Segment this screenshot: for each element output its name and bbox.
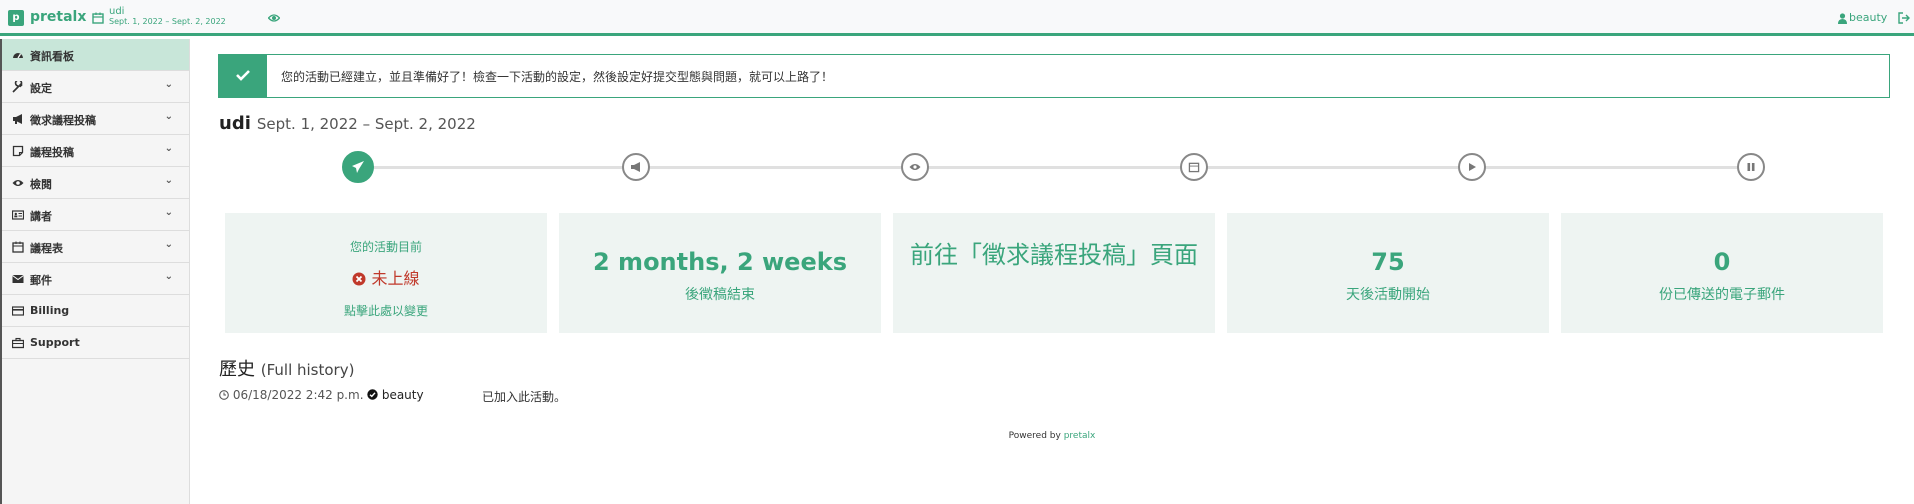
pretalx-logo[interactable]: p — [8, 10, 24, 26]
footer: Powered by pretalx — [0, 431, 1914, 441]
calendar-icon — [1188, 162, 1200, 173]
success-alert: 您的活動已經建立，並且準備好了！檢查一下活動的設定，然後設定好提交型態與問題，就… — [218, 54, 1890, 98]
event-status-card[interactable]: 您的活動目前 未上線 點擊此處以變更 — [225, 213, 547, 333]
cfp-remaining: 2 months, 2 weeks — [593, 248, 847, 276]
brand-name[interactable]: pretalx — [30, 9, 86, 25]
sidebar-item-billing[interactable]: Billing — [2, 295, 189, 327]
briefcase-icon — [12, 337, 24, 349]
status-value: 未上線 — [371, 269, 420, 288]
check-icon — [236, 70, 250, 81]
cfp-page-link[interactable]: 前往「徵求議程投稿」頁面 — [905, 239, 1203, 271]
chevron-down-icon[interactable]: ⌄ — [165, 111, 173, 122]
paper-plane-icon — [352, 161, 364, 173]
bullhorn-icon — [13, 114, 22, 124]
sidebar-item-label: Billing — [30, 304, 70, 317]
history-user-name: beauty — [381, 388, 424, 402]
eye-icon[interactable] — [268, 13, 280, 23]
page-title: udi Sept. 1, 2022 – Sept. 2, 2022 — [219, 113, 476, 134]
history-title: 歷史 — [219, 359, 255, 380]
timeline-step-cfp[interactable] — [622, 153, 650, 181]
credit-card-icon — [12, 306, 24, 316]
history-timestamp: 06/18/2022 2:42 p.m. — [219, 388, 364, 402]
bullhorn-icon — [631, 162, 640, 172]
sidebar-item-label: 議程投稿 — [30, 146, 74, 159]
timeline-step-event-end[interactable] — [1737, 153, 1765, 181]
cfp-page-card[interactable]: 前往「徵求議程投稿」頁面 — [893, 213, 1215, 333]
mails-sent-card[interactable]: 0 份已傳送的電子郵件 — [1561, 213, 1883, 333]
cfp-deadline-card: 2 months, 2 weeks 後徵稿結束 — [559, 213, 881, 333]
sidebar-item-label: 議程表 — [30, 242, 63, 255]
calendar-icon — [12, 241, 24, 253]
sidebar-item-dashboard[interactable]: 資訊看板 — [2, 39, 189, 71]
eye-icon — [12, 180, 24, 186]
sidebar-item-review[interactable]: 檢閱 ⌄ — [2, 167, 189, 199]
alert-icon-box — [219, 55, 267, 97]
envelope-icon — [12, 275, 24, 283]
status-value-row: 未上線 — [225, 265, 547, 289]
logout-icon[interactable] — [1898, 12, 1910, 24]
sidebar-item-cfp[interactable]: 徵求議程投稿 ⌄ — [2, 103, 189, 135]
timeline-step-review[interactable] — [901, 153, 929, 181]
top-bar: p pretalx udi Sept. 1, 2022 – Sept. 2, 2… — [0, 0, 1914, 36]
cfp-remaining-label: 後徵稿結束 — [685, 287, 755, 303]
sidebar-item-mails[interactable]: 郵件 ⌄ — [2, 263, 189, 295]
sidebar-item-label: 郵件 — [30, 274, 52, 287]
days-until-card: 75 天後活動開始 — [1227, 213, 1549, 333]
id-card-icon — [12, 210, 24, 220]
event-switch-name[interactable]: udi — [109, 6, 124, 17]
dashboard-icon — [13, 53, 23, 59]
sidebar-item-speakers[interactable]: 講者 ⌄ — [2, 199, 189, 231]
status-change-link[interactable]: 點擊此處以變更 — [225, 302, 547, 319]
sidebar-item-label: 資訊看板 — [30, 50, 74, 63]
timeline-step-event-start[interactable] — [1458, 153, 1486, 181]
play-icon — [1469, 163, 1476, 171]
days-until-label: 天後活動開始 — [1346, 287, 1430, 303]
chevron-down-icon[interactable]: ⌄ — [165, 207, 173, 218]
sticky-note-icon — [12, 145, 24, 157]
sidebar-item-label: 講者 — [30, 210, 52, 223]
chevron-down-icon[interactable]: ⌄ — [165, 175, 173, 186]
alert-message: 您的活動已經建立，並且準備好了！檢查一下活動的設定，然後設定好提交型態與問題，就… — [281, 70, 834, 84]
chevron-down-icon[interactable]: ⌄ — [165, 79, 173, 90]
history-heading: 歷史 (Full history) — [219, 355, 354, 381]
wrench-icon — [12, 81, 23, 93]
timeline-step-schedule[interactable] — [1180, 153, 1208, 181]
days-until-value: 75 — [1371, 248, 1405, 276]
sidebar-item-label: Support — [30, 336, 80, 349]
eye-icon — [909, 164, 921, 170]
chevron-down-icon[interactable]: ⌄ — [165, 271, 173, 282]
powered-by-text: Powered by — [1008, 431, 1061, 441]
mails-sent-label: 份已傳送的電子郵件 — [1659, 287, 1785, 303]
chevron-down-icon[interactable]: ⌄ — [165, 143, 173, 154]
history-action: 已加入此活動。 — [482, 390, 567, 404]
timeline-track — [358, 166, 1751, 169]
sidebar-item-submissions[interactable]: 議程投稿 ⌄ — [2, 135, 189, 167]
sidebar-item-settings[interactable]: 設定 ⌄ — [2, 71, 189, 103]
full-history-link[interactable]: (Full history) — [261, 361, 355, 379]
chevron-down-icon[interactable]: ⌄ — [165, 239, 173, 250]
sidebar-item-label: 徵求議程投稿 — [30, 114, 96, 127]
event-title: udi — [219, 113, 251, 134]
pause-icon — [1747, 163, 1755, 171]
timeline-step-setup[interactable] — [342, 151, 374, 183]
event-switch-dates[interactable]: Sept. 1, 2022 – Sept. 2, 2022 — [109, 17, 226, 26]
sidebar-item-support[interactable]: Support — [2, 327, 189, 359]
sidebar-item-label: 檢閱 — [30, 178, 52, 191]
check-circle-icon — [367, 389, 378, 400]
status-label: 您的活動目前 — [349, 240, 422, 254]
event-dates: Sept. 1, 2022 – Sept. 2, 2022 — [256, 115, 476, 133]
user-icon — [1838, 13, 1847, 24]
sidebar-item-label: 設定 — [30, 82, 52, 95]
calendar-icon — [92, 12, 104, 24]
history-user: beauty — [367, 388, 424, 402]
history-timestamp-text: 06/18/2022 2:42 p.m. — [232, 388, 364, 402]
times-circle-icon — [352, 272, 366, 286]
mails-sent-value: 0 — [1713, 248, 1731, 276]
user-menu[interactable]: beauty — [1849, 11, 1887, 24]
clock-icon — [219, 390, 229, 400]
pretalx-link[interactable]: pretalx — [1064, 431, 1096, 441]
sidebar-item-schedule[interactable]: 議程表 ⌄ — [2, 231, 189, 263]
